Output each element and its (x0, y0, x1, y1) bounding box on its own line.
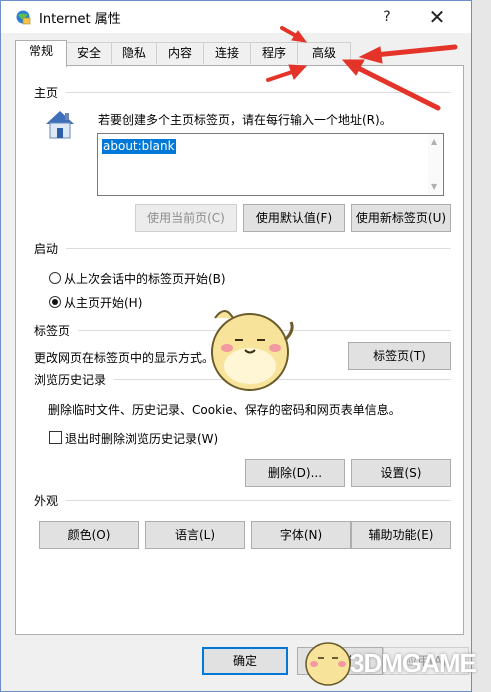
tab-connections[interactable]: 连接 (203, 42, 251, 64)
tab-privacy[interactable]: 隐私 (111, 42, 157, 64)
browsing-history-heading: 浏览历史记录 (34, 371, 107, 388)
home-page-heading: 主页 (34, 84, 59, 101)
home-page-address-input[interactable]: about:blank ▲ ▼ (97, 133, 444, 196)
section-divider (66, 248, 451, 249)
browsing-history-description: 删除临时文件、历史记录、Cookie、保存的密码和网页表单信息。 (48, 403, 401, 417)
startup-heading: 启动 (34, 240, 59, 257)
use-default-button[interactable]: 使用默认值(F) (243, 204, 345, 232)
internet-options-icon (16, 10, 31, 25)
house-icon (46, 111, 74, 139)
scroll-down-icon[interactable]: ▼ (431, 182, 437, 191)
close-button[interactable]: ✕ (415, 1, 459, 33)
watermark-logo: 3DMGAME (350, 648, 477, 678)
tabs-settings-button[interactable]: 标签页(T) (348, 342, 451, 370)
tabs-description: 更改网页在标签页中的显示方式。 (34, 351, 215, 365)
delete-history-button[interactable]: 删除(D)... (245, 459, 345, 487)
address-scrollbar[interactable]: ▲ ▼ (428, 134, 443, 195)
tab-advanced[interactable]: 高级 (297, 42, 351, 64)
history-settings-button[interactable]: 设置(S) (351, 459, 451, 487)
accessibility-button[interactable]: 辅助功能(E) (351, 521, 451, 549)
use-current-button[interactable]: 使用当前页(C) (135, 204, 237, 232)
scroll-up-icon[interactable]: ▲ (431, 137, 437, 146)
help-button[interactable]: ? (365, 1, 409, 33)
startup-last-session-radio[interactable] (49, 272, 61, 284)
section-divider (66, 500, 451, 501)
tab-programs[interactable]: 程序 (250, 42, 298, 64)
startup-home-page-radio[interactable] (49, 296, 61, 308)
appearance-heading: 外观 (34, 492, 59, 509)
tab-content[interactable]: 内容 (156, 42, 204, 64)
tab-security[interactable]: 安全 (66, 42, 112, 64)
window-title: Internet 属性 (39, 12, 121, 27)
mascot-sticker-small-icon (305, 642, 351, 686)
tabs-heading: 标签页 (34, 322, 71, 339)
title-bar: Internet 属性 ? ✕ (1, 1, 471, 33)
fonts-button[interactable]: 字体(N) (251, 521, 351, 549)
ok-button[interactable]: 确定 (202, 647, 288, 675)
background-window-edge (471, 0, 491, 692)
startup-home-page-label: 从主页开始(H) (64, 296, 143, 310)
delete-on-exit-label: 退出时删除浏览历史记录(W) (65, 432, 219, 446)
use-new-tab-button[interactable]: 使用新标签页(U) (351, 204, 451, 232)
delete-on-exit-checkbox[interactable] (49, 431, 62, 444)
home-page-address-value: about:blank (102, 139, 176, 154)
colors-button[interactable]: 颜色(O) (39, 521, 139, 549)
startup-last-session-label: 从上次会话中的标签页开始(B) (64, 272, 226, 286)
languages-button[interactable]: 语言(L) (145, 521, 245, 549)
mascot-sticker-icon (211, 310, 294, 391)
section-divider (66, 92, 451, 93)
home-instruction: 若要创建多个主页标签页，请在每行输入一个地址(R)。 (98, 113, 392, 127)
tab-general[interactable]: 常规 (15, 40, 67, 67)
